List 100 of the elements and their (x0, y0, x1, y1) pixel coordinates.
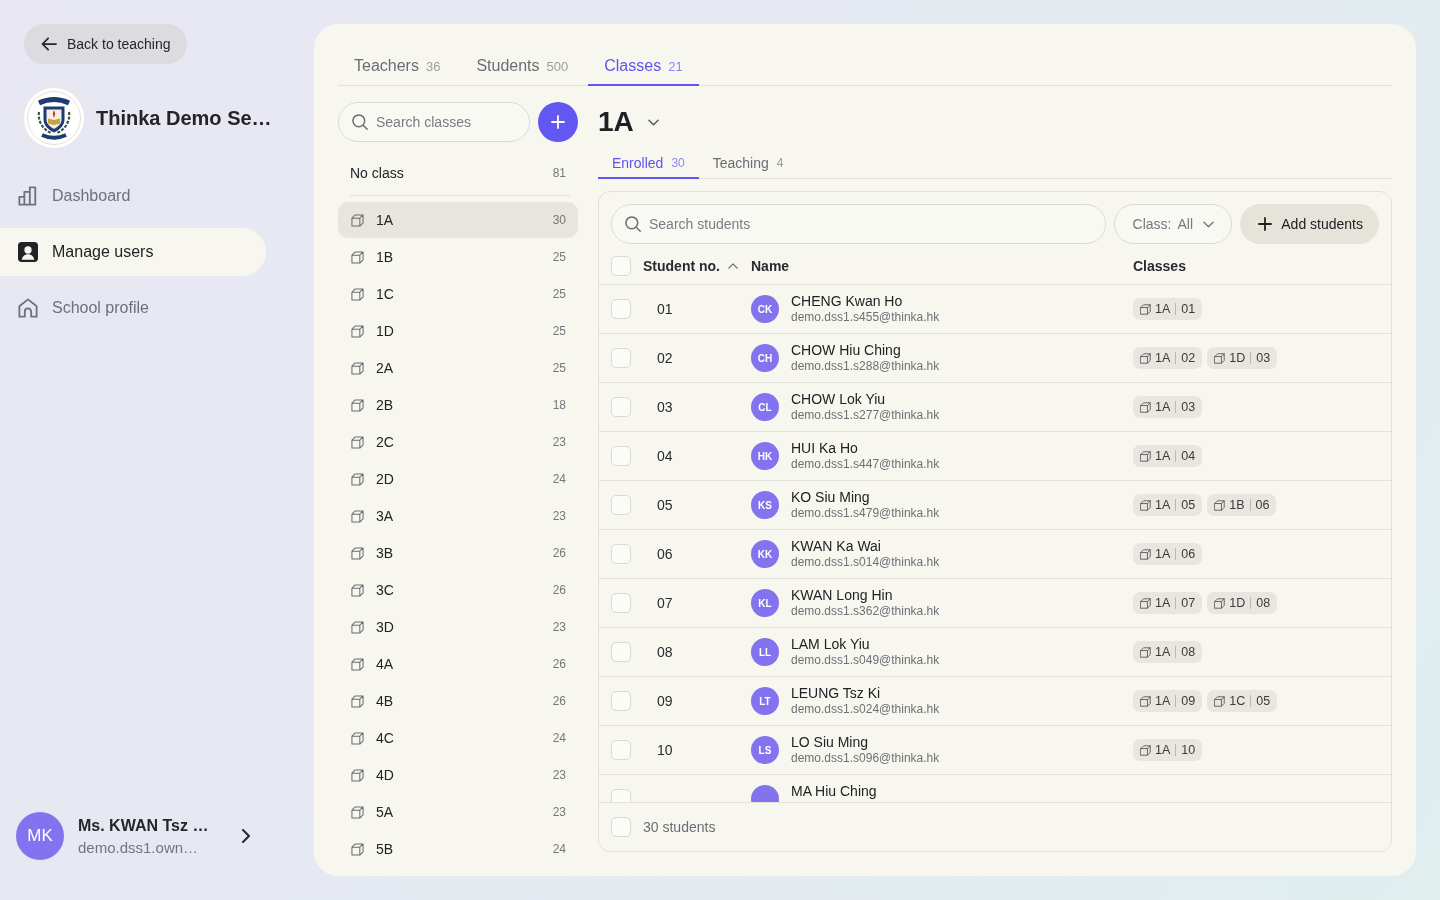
tab[interactable]: Teaching 4 (698, 149, 798, 179)
checkbox[interactable] (611, 495, 631, 515)
initials-avatar: CK (751, 295, 779, 323)
cube-icon (351, 694, 364, 708)
student-email: demo.dss1.s014@thinka.hk (791, 555, 940, 569)
cube-icon (1214, 499, 1226, 511)
student-name: HUI Ka Ho (791, 440, 858, 456)
bar-chart-icon (18, 186, 38, 206)
class-list-item[interactable]: 5A 23 (338, 794, 578, 830)
checkbox[interactable] (611, 691, 631, 711)
checkbox[interactable] (611, 740, 631, 760)
student-email: demo.dss1.s362@thinka.hk (791, 604, 940, 618)
cube-icon (351, 805, 364, 819)
column-header[interactable]: Classes (1133, 258, 1186, 274)
column-header[interactable]: Name (751, 258, 790, 274)
cube-icon (1214, 597, 1226, 609)
checkbox[interactable] (611, 348, 631, 368)
search-icon (352, 114, 368, 130)
student-email: demo.dss1.s288@thinka.hk (791, 359, 940, 373)
add-class-button[interactable] (538, 102, 578, 142)
user-avatar: MK (16, 812, 64, 860)
class-list-item[interactable]: 4B 26 (338, 683, 578, 719)
student-number: 06 (656, 546, 673, 562)
checkbox[interactable] (611, 593, 631, 613)
chevron-right-icon[interactable] (242, 829, 250, 843)
student-email: demo.dss1.s479@thinka.hk (791, 506, 940, 520)
class-list-item[interactable]: 3C 26 (338, 572, 578, 608)
user-card-icon (18, 242, 38, 262)
class-list-item[interactable]: 2B 18 (338, 387, 578, 423)
initials-avatar: KK (751, 540, 779, 568)
chevron-down-icon[interactable] (647, 118, 659, 126)
cube-icon (351, 731, 364, 745)
cube-icon (351, 213, 364, 227)
student-name: CHOW Lok Yiu (791, 391, 886, 407)
class-list-item[interactable]: 3D 23 (338, 609, 578, 645)
tab[interactable]: Teachers 36 (338, 48, 457, 86)
checkbox[interactable] (611, 256, 631, 276)
back-button[interactable]: Back to teaching (24, 24, 187, 64)
initials-avatar: LL (751, 638, 779, 666)
cube-icon (351, 398, 364, 412)
nav-item[interactable]: School profile (0, 284, 266, 332)
cube-icon (351, 768, 364, 782)
class-list-item[interactable]: 2D 24 (338, 461, 578, 497)
initials-avatar: CL (751, 393, 779, 421)
user-email: demo.dss1.own… (78, 838, 200, 856)
no-class-item[interactable]: No class 81 (338, 154, 578, 192)
class-number: 02 (1181, 351, 1196, 365)
student-number: 05 (656, 497, 673, 513)
class-list-item[interactable]: 3B 26 (338, 535, 578, 571)
checkbox[interactable] (611, 299, 631, 319)
checkbox[interactable] (611, 544, 631, 564)
student-name: KWAN Ka Wai (791, 538, 881, 554)
class-list-item[interactable]: 1A 30 (338, 202, 578, 238)
column-header[interactable]: Student no. (643, 258, 738, 274)
tab[interactable]: Enrolled 30 (598, 149, 699, 179)
checkbox[interactable] (611, 642, 631, 662)
class-list-item[interactable]: 4A 26 (338, 646, 578, 682)
class-list-item[interactable]: 3A 23 (338, 498, 578, 534)
class-list-item[interactable]: 4D 23 (338, 757, 578, 793)
class-list-item[interactable]: 1C 25 (338, 276, 578, 312)
class-list-item[interactable]: 1D 25 (338, 313, 578, 349)
class-name: 1B (1229, 498, 1245, 512)
tab[interactable]: Students 500 (460, 48, 585, 86)
class-list-item[interactable]: 1B 25 (338, 239, 578, 275)
nav-item[interactable]: Manage users (0, 228, 266, 276)
initials-avatar: LS (751, 736, 779, 764)
student-number: 03 (656, 399, 673, 415)
class-list-item[interactable]: 2C 23 (338, 424, 578, 460)
class-name: 1A (1155, 351, 1171, 365)
student-name: LEUNG Tsz Ki (791, 685, 881, 701)
class-name: 1A (1155, 498, 1171, 512)
student-number: 10 (656, 742, 673, 758)
search-field[interactable]: Search students (611, 204, 1107, 244)
cube-icon (1140, 303, 1151, 315)
cube-icon (351, 842, 364, 856)
nav-item[interactable]: Dashboard (0, 172, 266, 220)
search-field[interactable]: Search classes (338, 102, 530, 142)
checkbox[interactable] (611, 446, 631, 466)
tab[interactable]: Classes 21 (588, 48, 699, 86)
class-name: 1D (1229, 596, 1246, 610)
cube-icon (1140, 744, 1151, 756)
student-name: CHOW Hiu Ching (791, 342, 901, 358)
add-students-button[interactable]: Add students (1240, 204, 1379, 244)
checkbox[interactable] (611, 397, 631, 417)
arrow-left-icon (41, 37, 57, 51)
cube-icon (1140, 646, 1151, 658)
user-name: Ms. KWAN Tsz … (78, 816, 210, 835)
class-number: 06 (1255, 498, 1270, 512)
class-name: 1C (1229, 694, 1246, 708)
student-name: MA Hiu Ching (791, 783, 877, 799)
checkbox[interactable] (611, 817, 631, 837)
class-number: 01 (1181, 302, 1196, 316)
class-filter-dropdown[interactable]: Class: All (1114, 204, 1233, 244)
student-name: KO Siu Ming (791, 489, 870, 505)
class-list-item[interactable]: 4C 24 (338, 720, 578, 756)
class-name: 1A (1155, 596, 1171, 610)
class-list-item[interactable]: 5B 24 (338, 831, 578, 867)
student-number: 09 (656, 693, 673, 709)
student-name: CHENG Kwan Ho (791, 293, 903, 309)
class-list-item[interactable]: 2A 25 (338, 350, 578, 386)
